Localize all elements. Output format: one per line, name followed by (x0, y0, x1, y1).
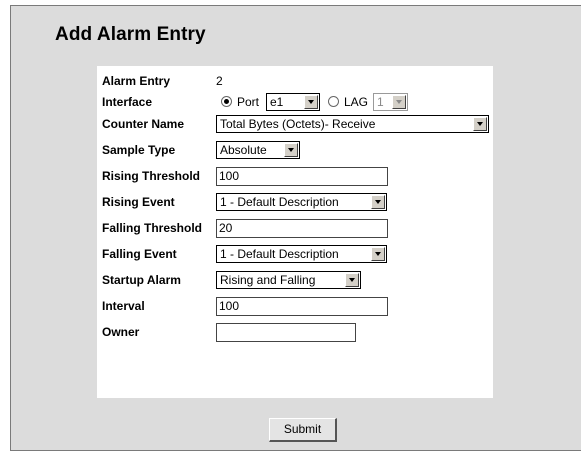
row-interface: Interface Port e1 LAG 1 (97, 91, 493, 113)
rising-event-label: Rising Event (102, 195, 175, 209)
page-title: Add Alarm Entry (55, 24, 206, 45)
port-radio[interactable] (221, 96, 232, 107)
chevron-down-icon (473, 117, 487, 131)
alarm-entry-form: Alarm Entry 2 Interface Port e1 LAG 1 Co… (97, 66, 493, 398)
port-select[interactable]: e1 (266, 93, 320, 111)
interval-label: Interval (102, 299, 145, 313)
falling-event-label: Falling Event (102, 247, 177, 261)
chevron-down-icon (371, 247, 385, 261)
startup-alarm-label: Startup Alarm (102, 273, 181, 287)
port-select-value: e1 (270, 95, 284, 109)
rising-threshold-label: Rising Threshold (102, 169, 201, 183)
counter-name-label: Counter Name (102, 117, 185, 131)
falling-event-select-value: 1 - Default Description (220, 247, 339, 261)
startup-alarm-select-value: Rising and Falling (220, 273, 316, 287)
counter-name-select[interactable]: Total Bytes (Octets)- Receive (216, 115, 489, 133)
startup-alarm-select[interactable]: Rising and Falling (216, 271, 361, 289)
port-radio-label: Port (237, 95, 260, 109)
row-rising-threshold: Rising Threshold 100 (97, 165, 493, 187)
chevron-down-icon (304, 95, 318, 109)
row-interval: Interval 100 (97, 295, 493, 317)
rising-threshold-input[interactable]: 100 (216, 167, 388, 186)
falling-event-select[interactable]: 1 - Default Description (216, 245, 387, 263)
row-owner: Owner (97, 321, 493, 343)
sample-type-label: Sample Type (102, 143, 176, 157)
row-alarm-entry: Alarm Entry 2 (97, 70, 493, 92)
lag-radio[interactable] (328, 96, 339, 107)
falling-threshold-label: Falling Threshold (102, 221, 203, 235)
interface-controls: Port e1 LAG 1 (216, 91, 486, 113)
row-falling-event: Falling Event 1 - Default Description (97, 243, 493, 265)
owner-label: Owner (102, 325, 140, 339)
row-falling-threshold: Falling Threshold 20 (97, 217, 493, 239)
alarm-entry-label: Alarm Entry (102, 74, 171, 88)
rising-event-select[interactable]: 1 - Default Description (216, 193, 387, 211)
rising-event-select-value: 1 - Default Description (220, 195, 339, 209)
chevron-down-icon (284, 143, 298, 157)
alarm-entry-value: 2 (216, 74, 223, 88)
row-rising-event: Rising Event 1 - Default Description (97, 191, 493, 213)
row-counter-name: Counter Name Total Bytes (Octets)- Recei… (97, 113, 493, 135)
chevron-down-icon (392, 95, 406, 109)
lag-select-value: 1 (377, 95, 384, 109)
falling-threshold-input[interactable]: 20 (216, 219, 388, 238)
content-panel: Add Alarm Entry Alarm Entry 2 Interface … (10, 5, 581, 451)
row-startup-alarm: Startup Alarm Rising and Falling (97, 269, 493, 291)
owner-input[interactable] (216, 323, 356, 342)
sample-type-select[interactable]: Absolute (216, 141, 300, 159)
interval-input[interactable]: 100 (216, 297, 388, 316)
row-sample-type: Sample Type Absolute (97, 139, 493, 161)
interface-label: Interface (102, 95, 153, 109)
lag-select[interactable]: 1 (373, 93, 408, 111)
submit-button[interactable]: Submit (269, 418, 337, 442)
lag-radio-label: LAG (344, 95, 369, 109)
chevron-down-icon (345, 273, 359, 287)
sample-type-select-value: Absolute (220, 143, 267, 157)
counter-name-select-value: Total Bytes (Octets)- Receive (220, 117, 376, 131)
chevron-down-icon (371, 195, 385, 209)
